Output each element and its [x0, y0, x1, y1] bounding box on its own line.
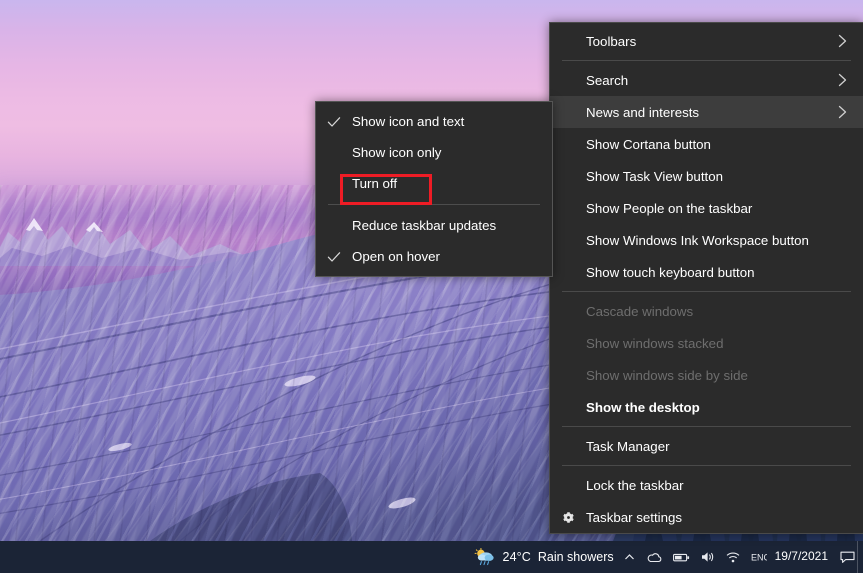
weather-description: Rain showers — [537, 550, 614, 564]
context-menu-item-cascade: Cascade windows — [550, 295, 863, 327]
gear-icon — [562, 511, 574, 523]
submenu-item-turn-off[interactable]: Turn off — [316, 168, 552, 199]
gear-icon — [550, 510, 586, 525]
checkmark-icon — [316, 116, 352, 128]
sun-behind-rain-cloud-icon — [474, 548, 494, 566]
chevron-right-icon — [838, 73, 846, 87]
context-menu-item-label: Show windows side by side — [586, 367, 748, 383]
svg-text:ENG: ENG — [751, 553, 767, 563]
chevron-right-icon — [838, 105, 846, 119]
context-menu-item-cortana[interactable]: Show Cortana button — [550, 128, 863, 160]
submenu-item-show-icon-only[interactable]: Show icon only — [316, 137, 552, 168]
submenu-item-open-on-hover[interactable]: Open on hover — [316, 241, 552, 272]
taskbar-clock[interactable]: 19/7/2021 — [774, 549, 828, 564]
context-menu-item-label: Search — [586, 72, 629, 88]
show-desktop-button[interactable] — [857, 541, 863, 573]
clock-date: 19/7/2021 — [774, 549, 828, 564]
context-menu-item-label: Show People on the taskbar — [586, 200, 753, 216]
context-menu-item-touch-keyboard[interactable]: Show touch keyboard button — [550, 256, 863, 288]
submenu-item-label: Reduce taskbar updates — [352, 218, 497, 233]
context-menu-item-label: Cascade windows — [586, 303, 694, 319]
weather-temperature: 24°C — [502, 550, 531, 564]
context-menu-item-label: Show the desktop — [586, 399, 700, 415]
battery-icon[interactable] — [672, 552, 690, 563]
context-menu-item-news-interests[interactable]: News and interests — [550, 96, 863, 128]
submenu-chevron-right-icon — [831, 105, 853, 119]
context-menu-item-taskbar-settings[interactable]: Taskbar settings — [550, 501, 863, 533]
taskbar-context-menu[interactable]: Toolbars Search News and interests Show Cor… — [549, 22, 863, 534]
context-menu-separator — [562, 291, 851, 292]
context-menu-item-label: Task Manager — [586, 438, 670, 454]
news-and-interests-weather-widget[interactable]: 24°C Rain showers — [474, 548, 614, 566]
submenu-chevron-right-icon — [831, 34, 853, 48]
context-menu-item-people[interactable]: Show People on the taskbar — [550, 192, 863, 224]
context-menu-separator — [562, 60, 851, 61]
onedrive-icon[interactable] — [646, 551, 662, 563]
submenu-item-label: Open on hover — [352, 249, 440, 264]
submenu-item-label: Show icon and text — [352, 114, 465, 129]
submenu-item-reduce-taskbar-updates[interactable]: Reduce taskbar updates — [316, 210, 552, 241]
speech-bubble-icon — [840, 551, 855, 563]
context-menu-item-label: Lock the taskbar — [586, 477, 684, 493]
context-menu-item-label: Toolbars — [586, 33, 637, 49]
checkmark-icon — [327, 251, 341, 262]
context-menu-item-show-desktop[interactable]: Show the desktop — [550, 391, 863, 423]
network-icon[interactable] — [726, 551, 740, 563]
context-menu-item-label: News and interests — [586, 104, 700, 120]
submenu-chevron-right-icon — [831, 73, 853, 87]
context-menu-item-label: Show windows stacked — [586, 335, 724, 351]
context-menu-item-toolbars[interactable]: Toolbars — [550, 25, 863, 57]
context-menu-item-side-by-side: Show windows side by side — [550, 359, 863, 391]
context-menu-item-windows-ink[interactable]: Show Windows Ink Workspace button — [550, 224, 863, 256]
submenu-item-label: Show icon only — [352, 145, 442, 160]
volume-icon[interactable] — [701, 551, 715, 563]
context-menu-item-label: Taskbar settings — [586, 509, 683, 525]
checkmark-icon — [327, 116, 341, 127]
checkmark-icon — [316, 251, 352, 263]
context-menu-item-label: Show Cortana button — [586, 136, 711, 152]
context-menu-item-search[interactable]: Search — [550, 64, 863, 96]
submenu-item-show-icon-and-text[interactable]: Show icon and text — [316, 106, 552, 137]
context-menu-item-label: Show Windows Ink Workspace button — [586, 232, 809, 248]
system-tray[interactable]: ENG — [624, 551, 767, 563]
screen: 24°C Rain showers EN 19/7/2021 Toolbars … — [0, 0, 863, 573]
chevron-right-icon — [838, 34, 846, 48]
news-and-interests-submenu[interactable]: Show icon and text Show icon only Turn off… — [315, 101, 553, 277]
submenu-separator — [328, 204, 540, 205]
taskbar[interactable]: 24°C Rain showers EN 19/7/2021 — [0, 541, 863, 573]
context-menu-item-task-manager[interactable]: Task Manager — [550, 430, 863, 462]
context-menu-separator — [562, 465, 851, 466]
context-menu-item-lock-taskbar[interactable]: Lock the taskbar — [550, 469, 863, 501]
context-menu-item-label: Show touch keyboard button — [586, 264, 755, 280]
language-icon[interactable]: ENG — [751, 551, 767, 563]
notification-center-button[interactable] — [840, 551, 855, 564]
submenu-item-label: Turn off — [352, 176, 398, 191]
context-menu-item-label: Show Task View button — [586, 168, 723, 184]
context-menu-item-task-view[interactable]: Show Task View button — [550, 160, 863, 192]
context-menu-separator — [562, 426, 851, 427]
chevron-up-icon[interactable] — [624, 552, 635, 563]
context-menu-item-stacked: Show windows stacked — [550, 327, 863, 359]
